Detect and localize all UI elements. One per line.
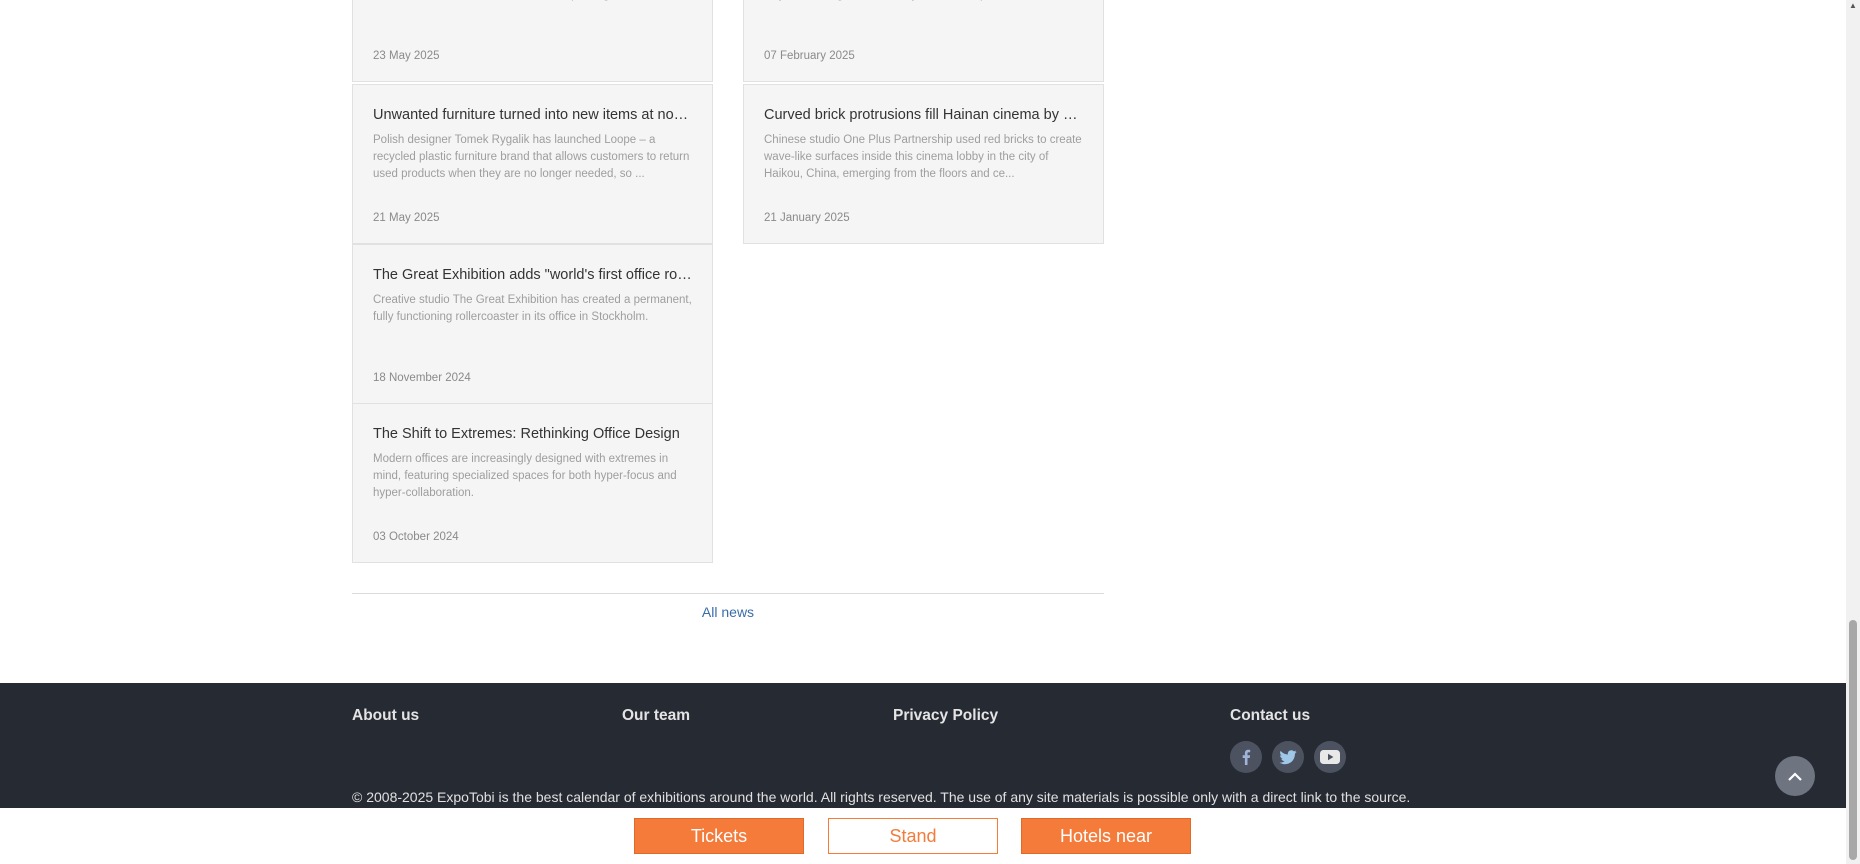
- facebook-icon[interactable]: [1230, 741, 1262, 773]
- footer-link-team[interactable]: Our team: [622, 707, 690, 725]
- news-divider: [352, 593, 1104, 594]
- scroll-up-arrow-icon[interactable]: ▲: [1849, 2, 1857, 10]
- news-card-title[interactable]: Curved brick protrusions fill Hainan cin…: [764, 106, 1083, 124]
- news-card-description: Chinese studio One Plus Partnership used…: [764, 134, 1082, 180]
- footer-link-about[interactable]: About us: [352, 707, 419, 725]
- news-card[interactable]: The Shift to Extremes: Rethinking Office…: [352, 403, 713, 563]
- news-card-description: Creative studio The Great Exhibition has…: [373, 294, 692, 323]
- news-card-title[interactable]: Unwanted furniture turned into new items…: [373, 106, 692, 124]
- copyright-text: © 2008-2025 ExpoTobi is the best calenda…: [352, 789, 1411, 805]
- news-card-description: with digital technology and alternative …: [764, 0, 1083, 21]
- news-card-date: 21 January 2025: [764, 212, 850, 224]
- news-card-description: Polish designer Tomek Rygalik has launch…: [373, 134, 690, 180]
- news-card-description: Modern offices are increasingly designed…: [373, 453, 677, 499]
- footer-link-privacy[interactable]: Privacy Policy: [893, 707, 998, 725]
- bottom-action-bar: Tickets Stand Hotels near: [0, 808, 1846, 864]
- tickets-button[interactable]: Tickets: [634, 818, 804, 854]
- news-card[interactable]: Curved brick protrusions fill Hainan cin…: [743, 84, 1104, 244]
- news-card[interactable]: The Great Exhibition adds "world's first…: [352, 244, 713, 404]
- hotels-near-button[interactable]: Hotels near: [1021, 818, 1191, 854]
- all-news-link[interactable]: All news: [352, 604, 1104, 620]
- youtube-icon[interactable]: [1314, 741, 1346, 773]
- news-card[interactable]: with digital technology and alternative …: [743, 0, 1104, 82]
- stand-button[interactable]: Stand: [828, 818, 998, 854]
- news-card-date: 23 May 2025: [373, 50, 440, 62]
- twitter-icon[interactable]: [1272, 741, 1304, 773]
- news-card-date: 07 February 2025: [764, 50, 855, 62]
- news-card[interactable]: built her "plant pavilion," which she ha…: [352, 0, 713, 82]
- news-card-date: 18 November 2024: [373, 372, 471, 384]
- news-card-date: 21 May 2025: [373, 212, 440, 224]
- chevron-up-icon: [1788, 771, 1802, 781]
- news-card-title[interactable]: The Shift to Extremes: Rethinking Office…: [373, 425, 692, 443]
- back-to-top-button[interactable]: [1775, 756, 1815, 796]
- news-card[interactable]: Unwanted furniture turned into new items…: [352, 84, 713, 244]
- page-scrollbar[interactable]: ▲: [1846, 0, 1860, 864]
- news-card-title[interactable]: The Great Exhibition adds "world's first…: [373, 266, 692, 284]
- scrollbar-thumb[interactable]: [1849, 620, 1857, 860]
- news-card-description: built her "plant pavilion," which she ha…: [373, 0, 692, 21]
- news-card-date: 03 October 2024: [373, 531, 459, 543]
- footer-link-contact[interactable]: Contact us: [1230, 707, 1310, 725]
